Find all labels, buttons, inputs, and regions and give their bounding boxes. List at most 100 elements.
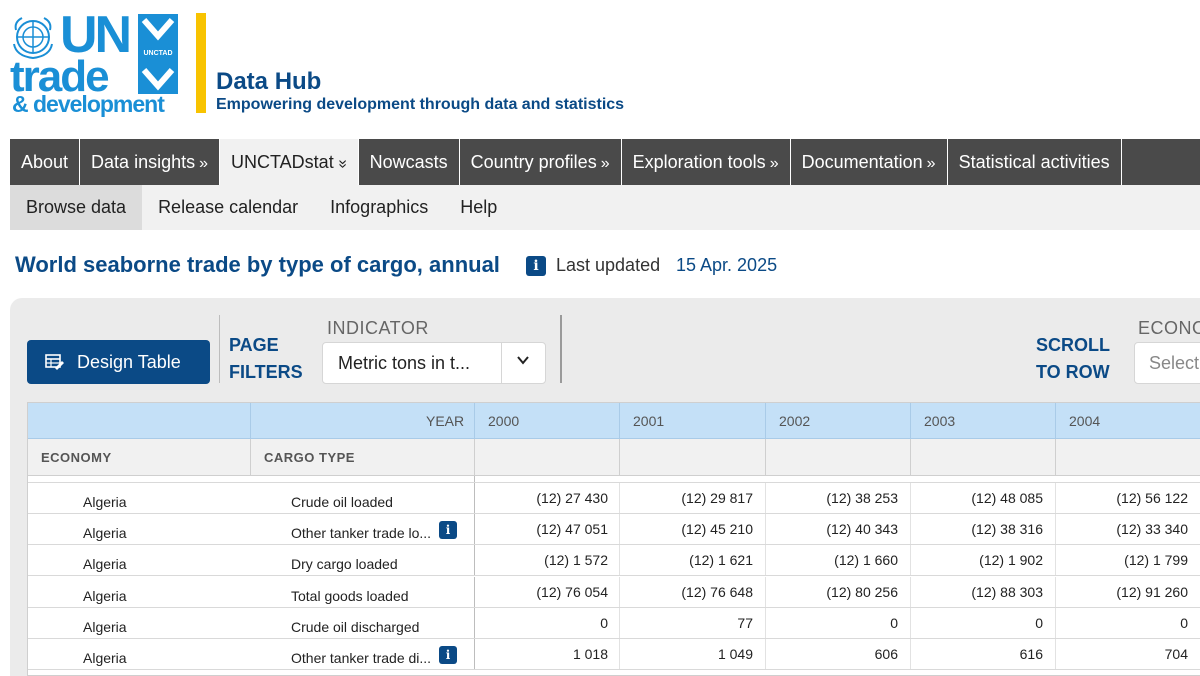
value-cell: 1 018: [572, 646, 608, 662]
value-cell: (12) 27 430: [536, 490, 608, 506]
header-divider: [250, 439, 251, 476]
toolbar-divider: [560, 315, 562, 383]
column-divider: [619, 483, 620, 513]
subnav-infographics[interactable]: Infographics: [314, 185, 444, 230]
economy-select[interactable]: Select: [1134, 342, 1200, 384]
value-cell: 0: [890, 614, 898, 631]
column-divider: [765, 483, 766, 513]
indicator-label: INDICATOR: [327, 318, 429, 338]
year-header-2004[interactable]: 2004: [1069, 413, 1100, 429]
table-row[interactable]: Algeria Total goods loaded (12) 76 054 (12)…: [28, 576, 1200, 608]
header-divider: [619, 439, 620, 476]
header-divider: [474, 403, 475, 439]
logo-badge-text: UNCTAD: [143, 50, 173, 57]
column-divider: [619, 576, 620, 607]
last-updated-date: 15 Apr. 2025: [676, 255, 778, 275]
nav-item-nowcasts[interactable]: Nowcasts: [359, 139, 460, 185]
nav-item-statistical-activities[interactable]: Statistical activities: [948, 139, 1122, 185]
subnav-release-calendar[interactable]: Release calendar: [142, 185, 314, 230]
year-header-2001[interactable]: 2001: [633, 413, 664, 429]
hub-title[interactable]: Data Hub: [216, 68, 321, 96]
scroll-to-row-button[interactable]: SCROLL TO ROW: [1036, 332, 1110, 386]
value-cell: (12) 56 122: [1116, 490, 1188, 506]
column-divider: [1055, 576, 1056, 607]
table-row[interactable]: Algeria Dry cargo loaded (12) 1 572 (12) 1 …: [28, 545, 1200, 577]
economy-cell: Algeria: [83, 587, 127, 604]
nav-item-data-insights[interactable]: Data insights»: [80, 139, 221, 185]
logo-badge: UNCTAD: [138, 14, 178, 94]
nav-label: Statistical activities: [958, 152, 1110, 172]
value-cell: 616: [1019, 646, 1043, 662]
design-table-button[interactable]: Design Table: [27, 340, 210, 384]
nav-item-documentation[interactable]: Documentation»: [791, 139, 948, 185]
nav-item-unctadstat[interactable]: UNCTADstat»: [220, 139, 359, 185]
info-icon[interactable]: i: [439, 646, 457, 664]
toolbar-divider: [219, 315, 220, 383]
subnav-browse-data[interactable]: Browse data: [10, 185, 143, 230]
column-divider: [619, 639, 620, 669]
column-divider: [910, 607, 911, 638]
column-divider: [1055, 545, 1056, 576]
header-divider: [910, 403, 911, 439]
col-header-economy[interactable]: ECONOMY: [41, 450, 112, 465]
cargo-type-cell: Dry cargo loaded: [291, 556, 398, 573]
value-cell: (12) 76 648: [681, 583, 753, 600]
economy-cell: Algeria: [83, 494, 127, 510]
year-header-2002[interactable]: 2002: [779, 413, 810, 429]
column-divider: [1055, 639, 1056, 669]
value-cell: (12) 38 316: [971, 521, 1043, 538]
value-cell: (12) 1 902: [979, 552, 1043, 569]
table-row[interactable]: Algeria Crude oil discharged 0 77 0 0 0: [28, 607, 1200, 639]
column-divider: [474, 639, 475, 669]
nav-item-exploration-tools[interactable]: Exploration tools»: [622, 139, 791, 185]
last-updated-label: Last updated: [556, 255, 661, 275]
header-divider: [619, 403, 620, 439]
value-cell: 0: [600, 614, 608, 631]
column-divider: [474, 545, 475, 576]
nav-item-country-profiles[interactable]: Country profiles»: [460, 139, 622, 185]
header-divider: [910, 439, 911, 476]
column-divider: [765, 576, 766, 607]
value-cell: (12) 38 253: [826, 490, 898, 506]
double-chevron-down-icon: »: [334, 159, 352, 169]
value-cell: 1 049: [717, 646, 753, 662]
value-cell: (12) 45 210: [681, 521, 753, 538]
value-cell: 0: [1035, 614, 1043, 631]
table-row[interactable]: Algeria Other tanker trade lo... i (12) 47 …: [28, 514, 1200, 546]
design-table-label: Design Table: [77, 351, 181, 372]
year-header-2003[interactable]: 2003: [924, 413, 955, 429]
indicator-value: Metric tons in t...: [338, 353, 471, 373]
main-nav: About Data insights» UNCTADstat» Nowcast…: [10, 139, 1200, 185]
unctad-logo[interactable]: UN UNCTAD trade & development: [8, 8, 178, 116]
value-cell: (12) 91 260: [1116, 583, 1188, 600]
header-divider: [765, 403, 766, 439]
value-cell: (12) 1 572: [544, 552, 608, 569]
nav-label: Nowcasts: [369, 152, 448, 172]
column-divider: [765, 514, 766, 545]
header-divider: [765, 439, 766, 476]
column-divider: [619, 514, 620, 545]
nav-label: Exploration tools: [632, 152, 766, 172]
column-divider: [474, 607, 475, 638]
double-chevron-right-icon: »: [926, 155, 936, 172]
table-row[interactable]: Algeria Crude oil loaded (12) 27 430 (12) 2…: [28, 483, 1200, 514]
header-divider: [1055, 403, 1056, 439]
value-cell: (12) 40 343: [826, 521, 898, 538]
col-header-cargo-type[interactable]: CARGO TYPE: [264, 450, 355, 465]
table-edit-icon: [45, 354, 64, 370]
year-header-2000[interactable]: 2000: [488, 413, 519, 429]
hub-subtitle: Empowering development through data and …: [216, 96, 625, 113]
sub-nav: Browse data Release calendar Infographic…: [10, 185, 1200, 230]
value-cell: 606: [874, 646, 898, 662]
economy-placeholder: Select: [1149, 353, 1200, 373]
info-icon[interactable]: i: [439, 521, 457, 540]
value-cell: 77: [737, 614, 753, 631]
cargo-type-cell: Total goods loaded: [291, 587, 409, 604]
indicator-select[interactable]: Metric tons in t...: [322, 342, 546, 384]
header-divider: [1055, 439, 1056, 476]
subnav-help[interactable]: Help: [444, 185, 513, 230]
page-filters-button[interactable]: PAGE FILTERS: [229, 332, 303, 386]
info-icon[interactable]: i: [526, 256, 546, 276]
nav-item-about[interactable]: About: [10, 139, 81, 185]
table-row[interactable]: Algeria Other tanker trade di... i 1 018 1 0…: [28, 639, 1200, 670]
